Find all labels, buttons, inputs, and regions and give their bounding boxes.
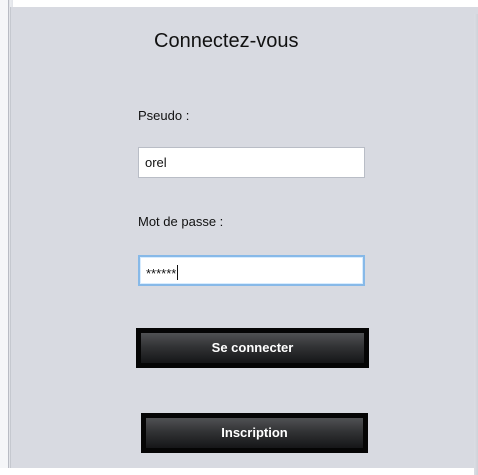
pseudo-input[interactable]: orel: [138, 147, 365, 178]
window-divider: [8, 0, 9, 468]
password-value-wrapper: ******: [146, 265, 179, 281]
page-title: Connectez-vous: [154, 30, 299, 52]
panel-right-edge: [474, 14, 478, 475]
login-window: Connectez-vous Pseudo : orel Mot de pass…: [0, 0, 478, 475]
pseudo-value: orel: [145, 155, 167, 170]
password-label: Mot de passe :: [138, 214, 224, 229]
connect-button[interactable]: Se connecter: [136, 328, 369, 368]
password-masked-value: ******: [146, 266, 177, 281]
register-button[interactable]: Inscription: [141, 413, 368, 453]
pseudo-label: Pseudo :: [138, 108, 190, 123]
text-caret: [177, 265, 179, 280]
login-panel: Connectez-vous Pseudo : orel Mot de pass…: [10, 7, 478, 475]
password-input[interactable]: ******: [138, 255, 365, 286]
